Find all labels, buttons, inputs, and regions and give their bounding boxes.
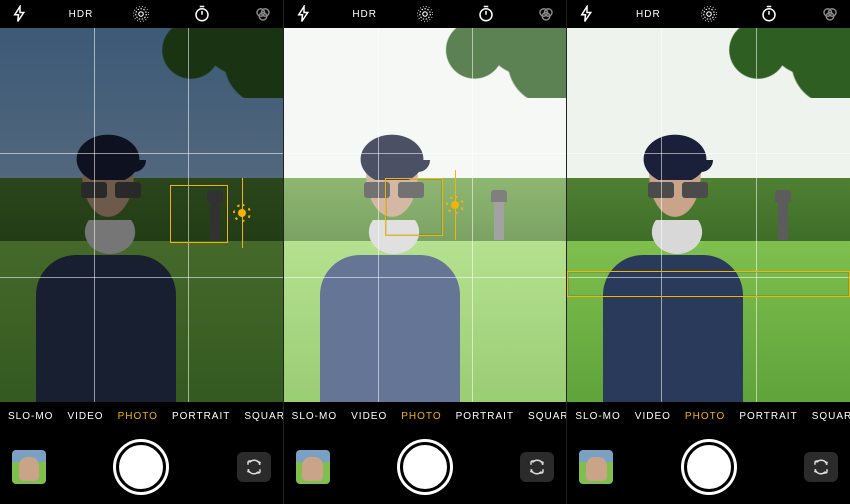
- mode-portrait[interactable]: PORTRAIT: [456, 411, 514, 422]
- mode-photo[interactable]: PHOTO: [118, 411, 158, 422]
- camera-pane-2: HDR SLO-MOVIDEOPHOTOPO: [283, 0, 567, 504]
- filters-icon[interactable]: [251, 5, 275, 23]
- filters-icon[interactable]: [534, 5, 558, 23]
- mode-selector[interactable]: SLO-MO VIDEO PHOTO PORTRAIT SQUARE: [0, 402, 283, 430]
- viewfinder[interactable]: [284, 28, 567, 402]
- mode-photo[interactable]: PHOTO: [401, 411, 441, 422]
- flash-icon[interactable]: [575, 5, 599, 23]
- camera-top-toolbar: HDR: [0, 0, 283, 28]
- camera-pane-3: HDR SLO-MO VIDEO PHOTO PORTRAIT SQUARE: [566, 0, 850, 504]
- mode-square[interactable]: SQUARE: [528, 411, 566, 422]
- last-photo-thumbnail[interactable]: [12, 450, 46, 484]
- camera-top-toolbar: HDR: [284, 0, 567, 28]
- timer-icon[interactable]: [757, 5, 781, 23]
- flash-icon[interactable]: [8, 5, 32, 23]
- mode-selector[interactable]: SLO-MO VIDEO PHOTO PORTRAIT SQUARE: [284, 402, 567, 430]
- mode-slomo[interactable]: SLO-MO: [575, 411, 620, 422]
- focus-box[interactable]: [170, 185, 228, 243]
- exposure-slider[interactable]: [235, 178, 249, 248]
- shutter-button[interactable]: [681, 439, 737, 495]
- shutter-button[interactable]: [113, 439, 169, 495]
- mode-square[interactable]: SQUARE: [244, 411, 282, 422]
- last-photo-thumbnail[interactable]: [579, 450, 613, 484]
- mode-portrait[interactable]: PORTRAIT: [739, 411, 797, 422]
- camera-bottom-toolbar: [0, 430, 283, 504]
- mode-slomo[interactable]: SLO-MO: [8, 411, 53, 422]
- camera-bottom-toolbar: [567, 430, 850, 504]
- timer-icon[interactable]: [190, 5, 214, 23]
- camera-pane-1: HDR SLO-MOVIDEOPHOTOPO: [0, 0, 283, 504]
- mode-video[interactable]: VIDEO: [351, 411, 387, 422]
- viewfinder[interactable]: [567, 28, 850, 402]
- mode-video[interactable]: VIDEO: [635, 411, 671, 422]
- shutter-button[interactable]: [397, 439, 453, 495]
- live-photo-icon[interactable]: [413, 5, 437, 23]
- live-photo-icon[interactable]: [697, 5, 721, 23]
- exposure-slider[interactable]: [448, 170, 462, 240]
- switch-camera-button[interactable]: [237, 452, 271, 482]
- switch-camera-button[interactable]: [804, 452, 838, 482]
- mode-video[interactable]: VIDEO: [67, 411, 103, 422]
- camera-bottom-toolbar: [284, 430, 567, 504]
- mode-photo[interactable]: PHOTO: [685, 411, 725, 422]
- focus-box[interactable]: [567, 271, 850, 297]
- mode-portrait[interactable]: PORTRAIT: [172, 411, 230, 422]
- mode-square[interactable]: SQUARE: [812, 411, 850, 422]
- camera-top-toolbar: HDR: [567, 0, 850, 28]
- hdr-toggle[interactable]: HDR: [636, 9, 660, 20]
- hdr-toggle[interactable]: HDR: [69, 9, 93, 20]
- timer-icon[interactable]: [474, 5, 498, 23]
- switch-camera-button[interactable]: [520, 452, 554, 482]
- focus-box[interactable]: [385, 178, 443, 236]
- viewfinder[interactable]: [0, 28, 283, 402]
- flash-icon[interactable]: [292, 5, 316, 23]
- live-photo-icon[interactable]: [129, 5, 153, 23]
- scene-preview: [567, 28, 850, 402]
- mode-selector[interactable]: SLO-MO VIDEO PHOTO PORTRAIT SQUARE: [567, 402, 850, 430]
- last-photo-thumbnail[interactable]: [296, 450, 330, 484]
- filters-icon[interactable]: [818, 5, 842, 23]
- mode-slomo[interactable]: SLO-MO: [292, 411, 337, 422]
- hdr-toggle[interactable]: HDR: [352, 9, 376, 20]
